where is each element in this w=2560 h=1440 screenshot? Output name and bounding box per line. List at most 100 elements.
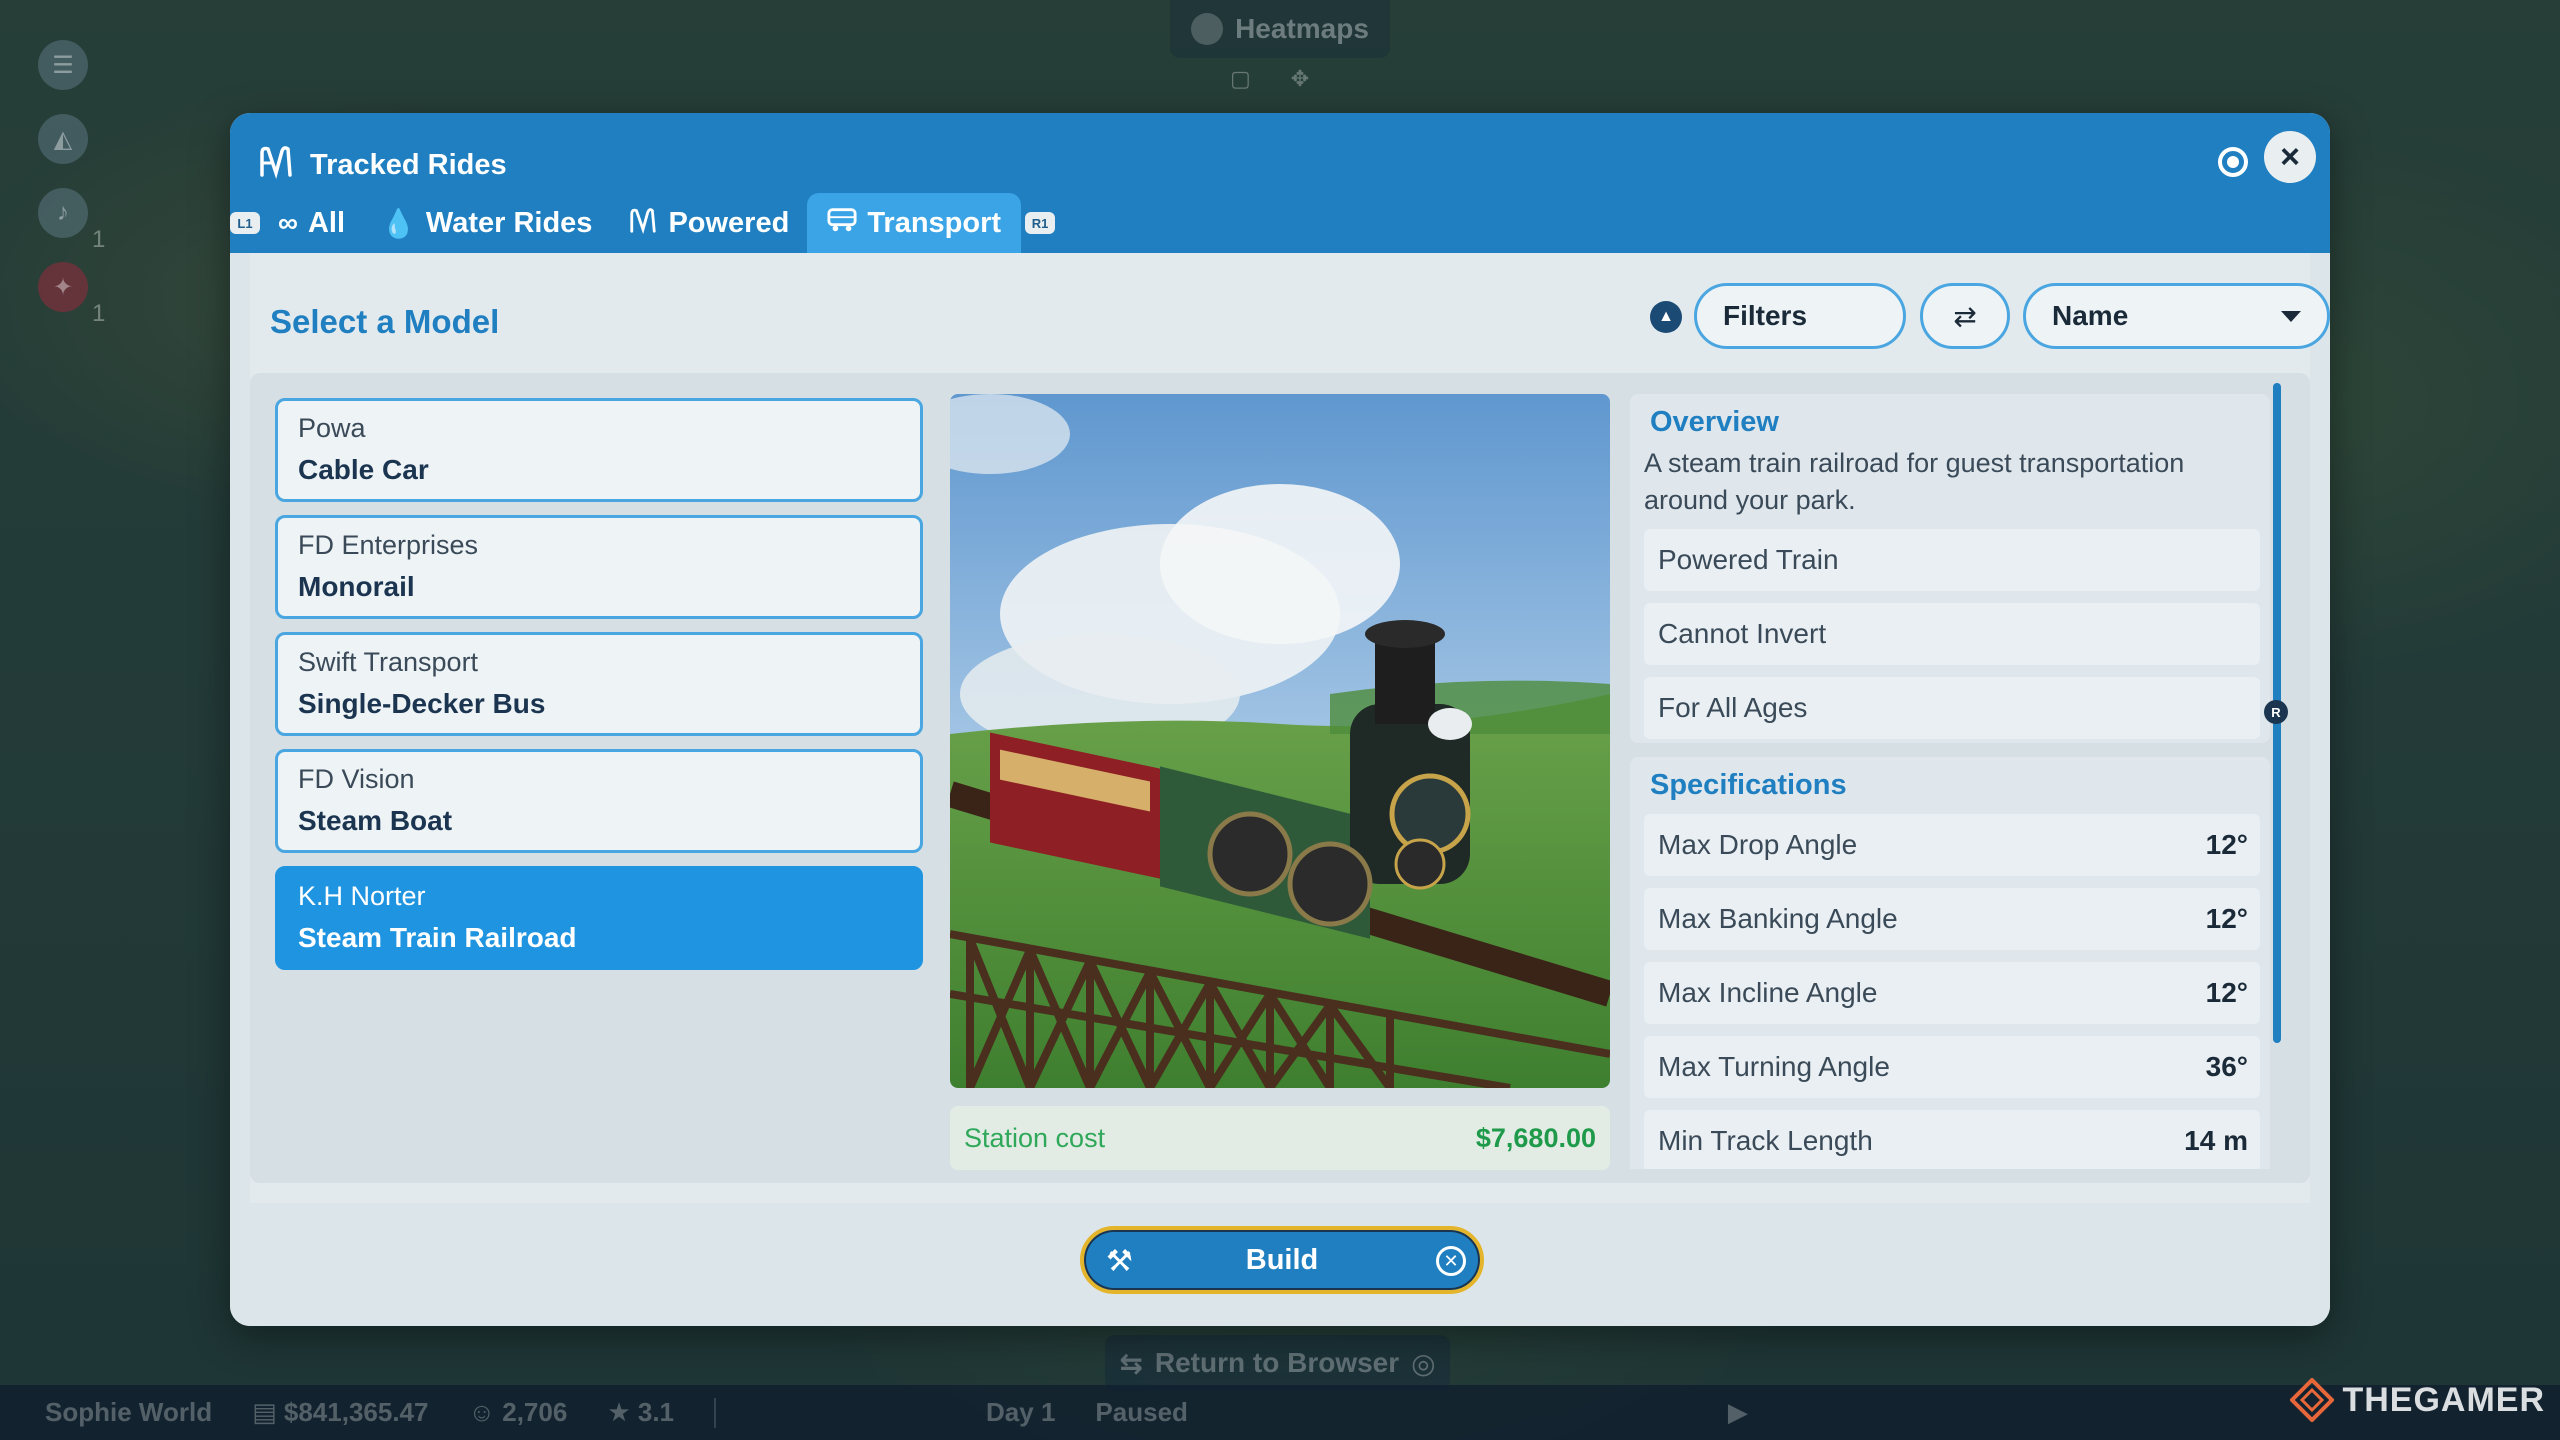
circle-button-icon: ◎ <box>1411 1347 1436 1379</box>
tab-transport[interactable]: Transport <box>807 193 1022 253</box>
model-name: Single-Decker Bus <box>298 688 546 719</box>
day-label: Day 1 <box>986 1397 1056 1427</box>
return-to-browser-button[interactable]: ⇆ Return to Browser ◎ <box>1105 1335 1450 1391</box>
filters-label: Filters <box>1723 300 1808 331</box>
ride-preview-image <box>950 394 1610 1088</box>
tab-powered-label: Powered <box>668 206 790 239</box>
dialog-header: Tracked Rides × L1 ∞ All 💧 Water Rides P… <box>230 113 2330 253</box>
hud-notification-count: 1 <box>92 226 106 253</box>
model-manufacturer: FD Enterprises <box>298 530 479 560</box>
return-icon: ⇆ <box>1119 1347 1143 1379</box>
triangle-button-icon: ▲ <box>1650 301 1682 333</box>
hud-notification-icon[interactable]: ♪ <box>38 188 88 238</box>
spec-value: 12° <box>2205 903 2248 934</box>
dialog-title-bar: Tracked Rides <box>258 137 507 193</box>
spec-row-min-track-length: Min Track Length 14 m <box>1644 1110 2260 1169</box>
close-button[interactable]: × <box>2264 131 2316 183</box>
money-value: $841,365.47 <box>283 1397 429 1427</box>
station-cost-row: Station cost $7,680.00 <box>950 1106 1610 1170</box>
spec-value: 36° <box>2205 1051 2248 1082</box>
cross-button-icon: ✕ <box>1436 1246 1466 1276</box>
rating-value: 3.1 <box>637 1397 675 1427</box>
station-cost-label: Station cost <box>964 1122 1106 1153</box>
model-manufacturer: K.H Norter <box>298 881 426 911</box>
options-button[interactable] <box>2206 135 2260 189</box>
money-display: ▤ $841,365.47 <box>252 1397 429 1427</box>
model-name: Steam Boat <box>298 805 453 836</box>
tag-for-all-ages: For All Ages <box>1644 677 2260 739</box>
tab-powered[interactable]: Powered <box>610 193 807 253</box>
ride-category-tabs: L1 ∞ All 💧 Water Rides Powered Transport <box>230 193 1056 253</box>
build-button[interactable]: ⚒ Build ✕ <box>1080 1226 1484 1294</box>
model-item-steam-boat[interactable]: FD Vision Steam Boat <box>275 749 923 853</box>
build-tools-icon: ⚒ <box>1106 1245 1133 1278</box>
spec-label: Max Incline Angle <box>1658 977 1878 1008</box>
droplet-icon: 💧 <box>381 207 416 239</box>
model-item-steam-train-railroad[interactable]: K.H Norter Steam Train Railroad <box>275 866 923 970</box>
transport-icon <box>827 207 857 240</box>
tab-water-rides[interactable]: 💧 Water Rides <box>363 193 610 253</box>
spec-label: Min Track Length <box>1658 1125 1873 1156</box>
sort-dropdown[interactable]: Name <box>2023 283 2330 349</box>
spec-label: Max Turning Angle <box>1658 1051 1890 1082</box>
return-label: Return to Browser <box>1154 1347 1400 1378</box>
spec-row-max-incline-angle: Max Incline Angle 12° <box>1644 962 2260 1024</box>
hud-list-icon[interactable]: ☰ <box>38 40 88 90</box>
model-manufacturer: Swift Transport <box>298 647 479 677</box>
r1-badge: R1 <box>1025 212 1056 234</box>
model-item-single-decker-bus[interactable]: Swift Transport Single-Decker Bus <box>275 632 923 736</box>
divider <box>714 1397 717 1428</box>
model-list: Powa Cable Car FD Enterprises Monorail S… <box>275 398 923 983</box>
hud-alert-count: 1 <box>92 300 106 327</box>
pause-status: Paused <box>1095 1397 1188 1427</box>
spec-value: 12° <box>2205 977 2248 1008</box>
park-rating: ★ 3.1 <box>607 1397 675 1427</box>
close-icon: × <box>2280 137 2300 176</box>
model-manufacturer: Powa <box>298 413 366 443</box>
tag-powered-train: Powered Train <box>1644 529 2260 591</box>
spec-value: 14 m <box>2184 1125 2248 1156</box>
l1-badge: L1 <box>230 212 260 234</box>
r-stick-badge: R <box>2264 700 2288 724</box>
overview-title: Overview <box>1650 406 1779 438</box>
tracked-rides-icon <box>258 143 294 187</box>
tab-all[interactable]: ∞ All <box>260 193 363 253</box>
heatmaps-icon <box>1191 13 1224 45</box>
hud-terrain-icon[interactable]: ◭ <box>38 114 88 164</box>
spec-row-max-banking-angle: Max Banking Angle 12° <box>1644 888 2260 950</box>
heatmap-controls: ▢✥ <box>1230 66 1350 91</box>
model-name: Monorail <box>298 571 415 602</box>
spec-label: Max Drop Angle <box>1658 829 1858 860</box>
spec-row-max-drop-angle: Max Drop Angle 12° <box>1644 814 2260 876</box>
tag-cannot-invert: Cannot Invert <box>1644 603 2260 665</box>
model-item-cable-car[interactable]: Powa Cable Car <box>275 398 923 502</box>
sort-value: Name <box>2052 300 2129 331</box>
model-content-panel: Powa Cable Car FD Enterprises Monorail S… <box>250 373 2310 1183</box>
tab-transport-label: Transport <box>867 206 1002 239</box>
station-cost-value: $7,680.00 <box>1475 1122 1596 1153</box>
overview-section: Overview A steam train railroad for gues… <box>1630 394 2270 743</box>
model-item-monorail[interactable]: FD Enterprises Monorail <box>275 515 923 619</box>
dialog-title: Tracked Rides <box>310 148 507 181</box>
watermark-text: THEGAMER <box>2342 1380 2545 1419</box>
hud-alert-icon[interactable]: ✦ <box>38 262 88 312</box>
tracked-rides-dialog: Tracked Rides × L1 ∞ All 💧 Water Rides P… <box>230 113 2330 1326</box>
filters-button[interactable]: Filters <box>1694 283 1906 349</box>
chevron-down-icon <box>2281 310 2301 322</box>
reverse-sort-button[interactable]: ⇄ <box>1920 283 2010 349</box>
left-hud: ☰ ◭ ♪ ✦ <box>20 40 120 336</box>
guest-value: 2,706 <box>502 1397 568 1427</box>
heatmaps-label: Heatmaps <box>1235 13 1369 44</box>
spec-label: Max Banking Angle <box>1658 903 1898 934</box>
ride-details-panel[interactable]: Overview A steam train railroad for gues… <box>1630 394 2270 1169</box>
options-icon <box>2218 147 2248 177</box>
heatmaps-button[interactable]: Heatmaps <box>1170 0 1390 58</box>
model-name: Cable Car <box>298 454 429 485</box>
model-name: Steam Train Railroad <box>298 922 577 953</box>
specifications-section: Specifications Max Drop Angle 12° Max Ba… <box>1630 757 2270 1169</box>
spec-row-max-turning-angle: Max Turning Angle 36° <box>1644 1036 2260 1098</box>
infinity-icon: ∞ <box>278 207 298 238</box>
model-manufacturer: FD Vision <box>298 764 415 794</box>
build-label: Build <box>1245 1243 1319 1276</box>
play-icon[interactable]: ▶ <box>1728 1397 1748 1428</box>
